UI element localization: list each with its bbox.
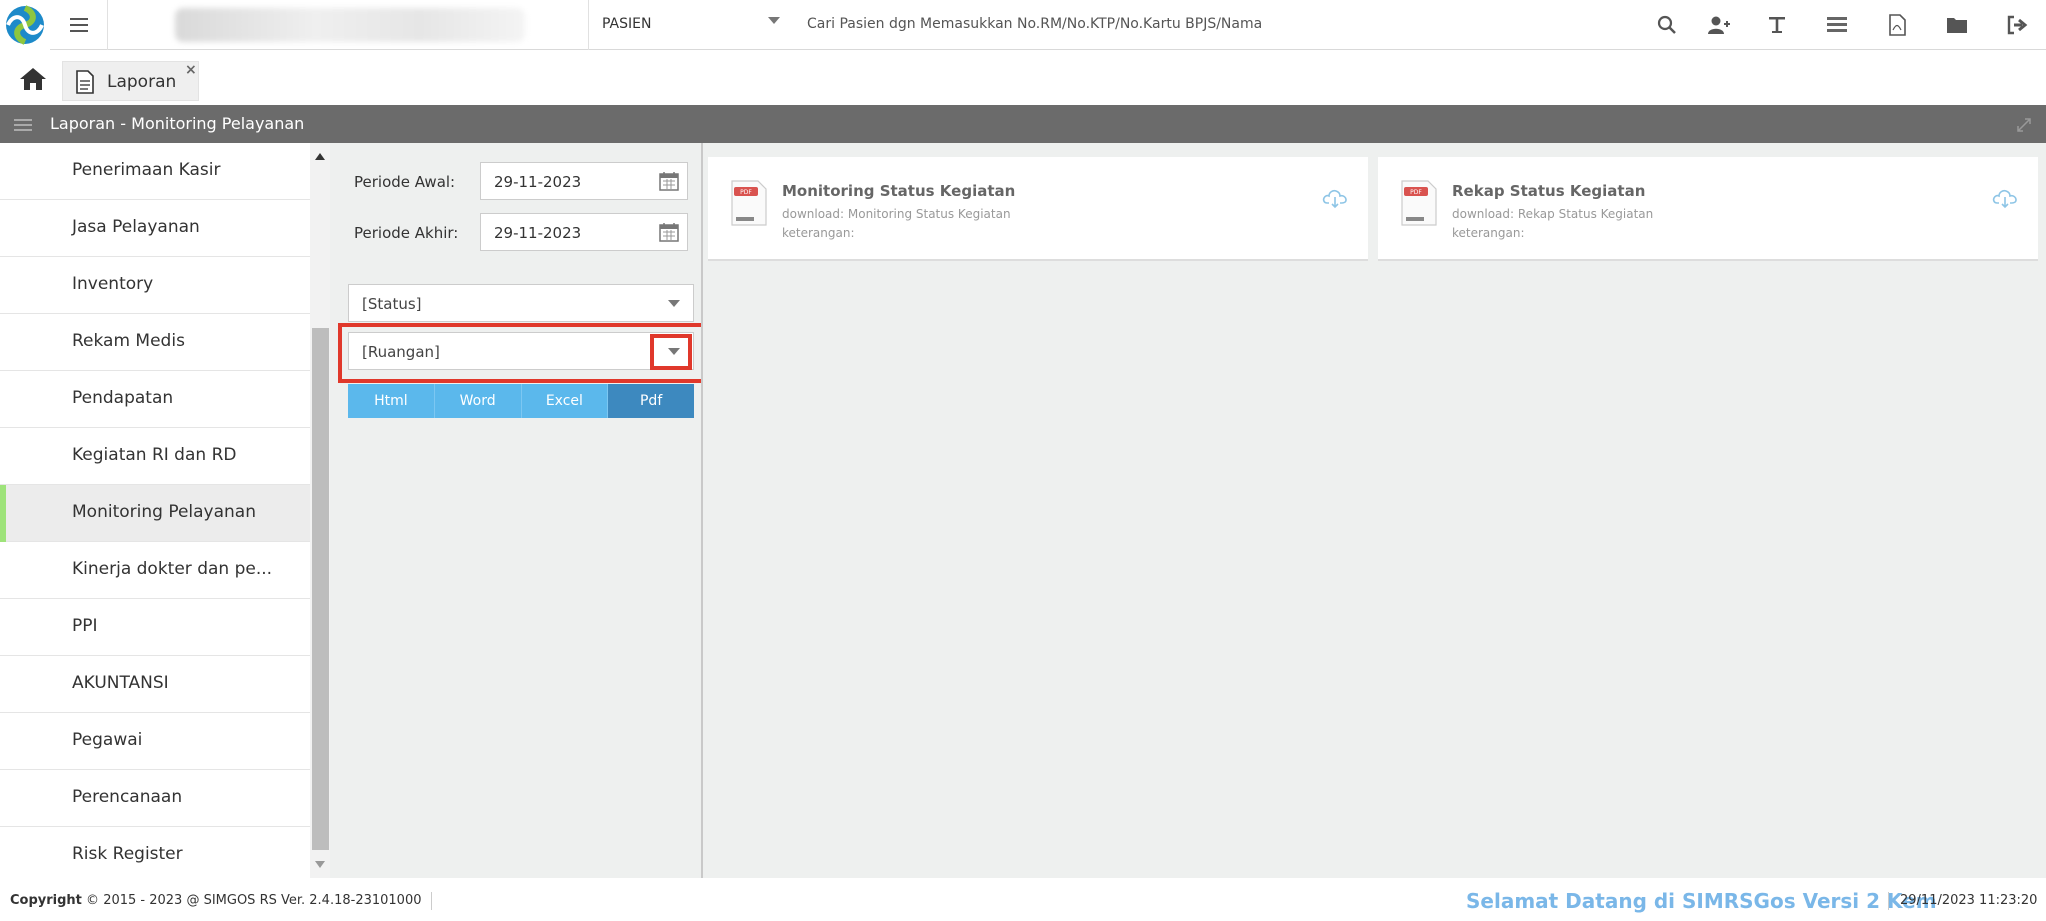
sidebar-item-akuntansi[interactable]: AKUNTANSI [0,656,310,713]
cloud-download-icon[interactable] [1322,187,1348,213]
report-sidebar: Penerimaan Kasir Jasa Pelayanan Inventor… [0,143,310,884]
report-title[interactable]: Rekap Status Kegiatan [1452,182,1645,200]
app-logo[interactable] [0,0,50,50]
sidebar-item-rekam-medis[interactable]: Rekam Medis [0,314,310,371]
pasien-dropdown-label[interactable]: PASIEN [602,16,651,32]
export-button-group: Html Word Excel Pdf [348,384,694,418]
filter-form [330,143,701,878]
cloud-download-icon[interactable] [1992,187,2018,213]
scroll-up-arrow-icon[interactable] [315,153,325,160]
periode-awal-input[interactable]: 29-11-2023 [480,162,688,200]
svg-text:PDF: PDF [740,189,752,196]
datetime-display: 29/11/2023 11:23:20 [1900,893,2038,908]
panel-header: Laporan - Monitoring Pelayanan [0,105,2046,143]
report-pdf-icon: PDF [1401,180,1437,226]
scroll-down-arrow-icon[interactable] [315,861,325,868]
chevron-down-icon[interactable] [768,17,780,24]
sidebar-item-risk-register[interactable]: Risk Register [0,827,310,884]
pdf-file-icon[interactable] [1883,12,1911,38]
sidebar-item-inventory[interactable]: Inventory [0,257,310,314]
periode-awal-label: Periode Awal: [354,173,456,191]
text-icon[interactable] [1763,12,1791,38]
sidebar-item-kinerja-dokter[interactable]: Kinerja dokter dan pe... [0,542,310,599]
report-pdf-icon: PDF [731,180,767,226]
add-user-icon[interactable] [1705,12,1733,38]
sidebar-scrollbar[interactable] [310,143,330,878]
highlight-box-dropdown [650,334,692,370]
report-note: keterangan: [782,226,855,240]
report-download-text: download: Rekap Status Kegiatan [1452,207,1654,221]
hamburger-icon [69,18,88,32]
sidebar-item-jasa-pelayanan[interactable]: Jasa Pelayanan [0,200,310,257]
report-download-text: download: Monitoring Status Kegiatan [782,207,1011,221]
close-icon[interactable]: × [185,62,197,78]
tab-label: Laporan [107,72,177,92]
list-icon[interactable] [1823,12,1851,38]
tab-laporan[interactable]: Laporan × [62,61,199,101]
report-card[interactable]: PDF Rekap Status Kegiatan download: Reka… [1378,157,2038,261]
report-note: keterangan: [1452,226,1525,240]
pdf-button[interactable]: Pdf [608,384,694,418]
sidebar-item-kegiatan-ri-rd[interactable]: Kegiatan RI dan RD [0,428,310,485]
welcome-marquee: Selamat Datang di SIMRSGos Versi 2 Kem [1466,889,1937,913]
report-list: PDF Monitoring Status Kegiatan download:… [703,143,2046,878]
blurred-user-info [175,8,525,42]
copyright-text: Copyright © 2015 - 2023 @ SIMGOS RS Ver.… [10,893,422,908]
svg-text:PDF: PDF [1410,189,1422,196]
html-button[interactable]: Html [348,384,435,418]
document-icon [76,70,94,94]
sidebar-item-perencanaan[interactable]: Perencanaan [0,770,310,827]
logout-icon[interactable] [2003,12,2031,38]
report-card[interactable]: PDF Monitoring Status Kegiatan download:… [708,157,1368,261]
panel-title: Laporan - Monitoring Pelayanan [50,114,305,133]
sidebar-item-penerimaan-kasir[interactable]: Penerimaan Kasir [0,143,310,200]
sidebar-item-ppi[interactable]: PPI [0,599,310,656]
chevron-down-icon[interactable] [668,300,680,307]
sidebar-item-pendapatan[interactable]: Pendapatan [0,371,310,428]
scrollbar-thumb[interactable] [312,328,329,850]
patient-search-input[interactable]: Cari Pasien dgn Memasukkan No.RM/No.KTP/… [807,16,1262,32]
copyright-icon: © [86,893,100,908]
footer: Copyright © 2015 - 2023 @ SIMGOS RS Ver.… [0,878,2046,921]
word-button[interactable]: Word [434,384,522,418]
hamburger-menu-button[interactable] [50,0,108,50]
folder-icon[interactable] [1943,12,1971,38]
tab-bar [0,50,2046,105]
calendar-icon[interactable] [659,171,679,195]
periode-akhir-label: Periode Akhir: [354,224,459,242]
excel-button[interactable]: Excel [521,384,609,418]
periode-akhir-input[interactable]: 29-11-2023 [480,213,688,251]
calendar-icon[interactable] [659,222,679,246]
home-icon[interactable] [18,66,52,96]
expand-icon[interactable] [2016,117,2032,137]
report-title[interactable]: Monitoring Status Kegiatan [782,182,1015,200]
search-icon[interactable] [1653,12,1681,38]
status-select[interactable]: [Status] [348,284,694,322]
hamburger-icon[interactable] [14,117,32,136]
sidebar-item-pegawai[interactable]: Pegawai [0,713,310,770]
top-navbar: PASIEN Cari Pasien dgn Memasukkan No.RM/… [0,0,2046,50]
sidebar-item-monitoring-pelayanan[interactable]: Monitoring Pelayanan [0,485,310,542]
